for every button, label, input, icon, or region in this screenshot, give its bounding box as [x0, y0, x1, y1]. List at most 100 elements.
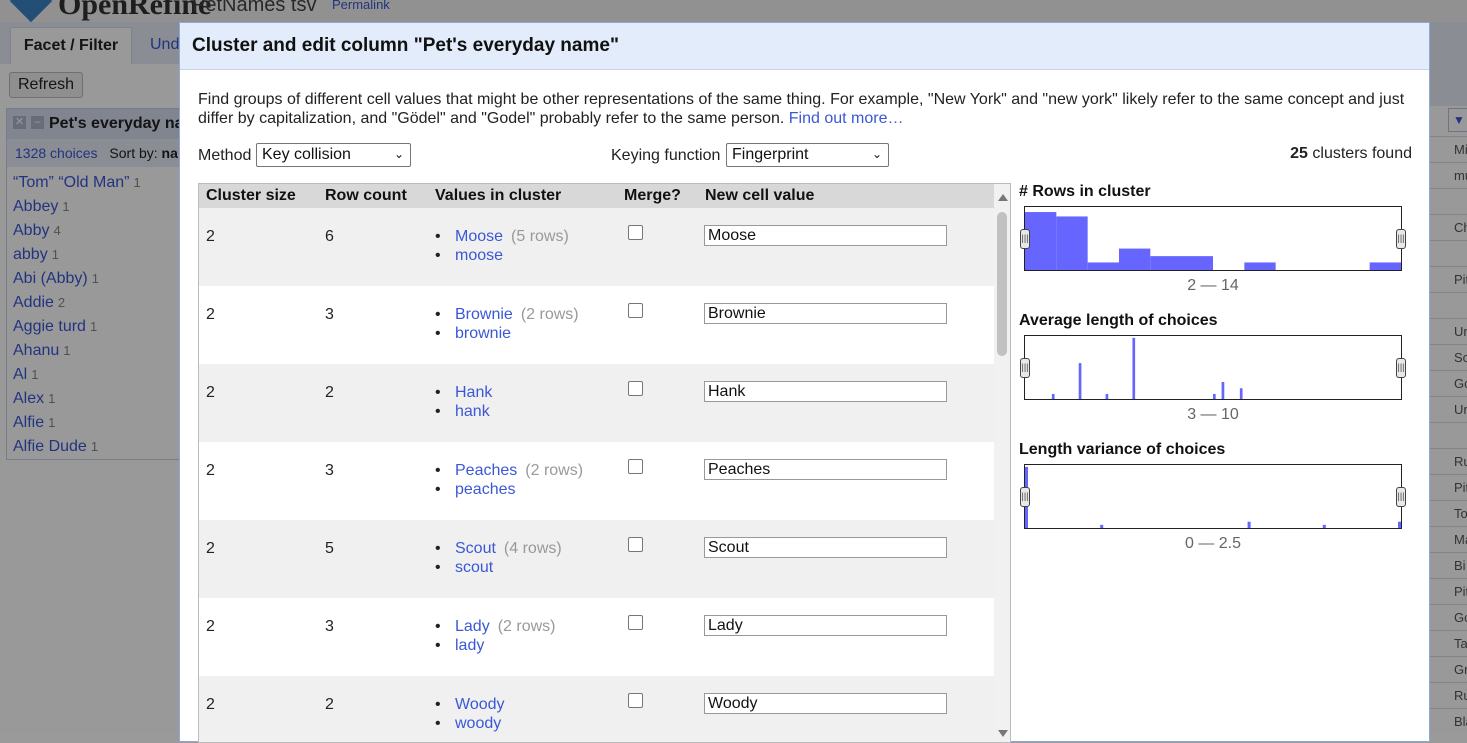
- histogram-title: Average length of choices: [1019, 312, 1218, 329]
- row-count: 3: [325, 618, 334, 635]
- merge-checkbox[interactable]: [628, 381, 643, 396]
- histogram-bar: [1397, 521, 1401, 528]
- col-cluster-size[interactable]: Cluster size: [206, 187, 296, 205]
- cluster-value: • Lady (2 rows): [435, 617, 555, 636]
- histogram-bar: [1150, 256, 1213, 270]
- new-cell-value-input[interactable]: [704, 537, 947, 558]
- col-merge[interactable]: Merge?: [624, 187, 681, 205]
- histogram-chart[interactable]: ||| |||: [1020, 335, 1406, 400]
- new-cell-value-input[interactable]: [704, 225, 947, 246]
- cluster-row: 2 3 • Brownie (2 rows) • brownie: [199, 286, 994, 364]
- new-cell-value-input[interactable]: [704, 693, 947, 714]
- cluster-value-link[interactable]: Moose: [455, 228, 503, 245]
- histogram-bar: [1369, 262, 1401, 270]
- new-cell-value-input[interactable]: [704, 303, 947, 324]
- row-count: 5: [325, 540, 334, 557]
- bullet: •: [435, 481, 441, 498]
- histogram-bar: [1221, 381, 1225, 399]
- cluster-value-count: (4 rows): [503, 540, 562, 557]
- cluster-size: 2: [206, 228, 215, 245]
- merge-checkbox[interactable]: [628, 615, 643, 630]
- scrollbar-thumb[interactable]: [997, 212, 1007, 356]
- row-count: 2: [325, 696, 334, 713]
- method-controls: Method Key collision ⌄ Keying function F…: [198, 143, 1412, 169]
- histogram-bar: [1322, 524, 1326, 528]
- new-cell-value-input[interactable]: [704, 381, 947, 402]
- method-select-value: Key collision: [262, 146, 351, 163]
- col-row-count[interactable]: Row count: [325, 187, 407, 205]
- range-handle-left[interactable]: |||: [1020, 229, 1030, 249]
- bullet: •: [435, 403, 441, 420]
- histogram-bar: [1105, 393, 1109, 399]
- col-values-in-cluster[interactable]: Values in cluster: [435, 187, 561, 205]
- method-select[interactable]: Key collision ⌄: [256, 143, 411, 167]
- cluster-value-count: (2 rows): [497, 618, 556, 635]
- cluster-edit-dialog: Cluster and edit column "Pet's everyday …: [179, 22, 1430, 743]
- cluster-value-link[interactable]: scout: [455, 559, 493, 576]
- scroll-up-arrow-icon[interactable]: [998, 194, 1008, 201]
- cluster-value-link[interactable]: Lady: [455, 618, 490, 635]
- cluster-value: • Woody: [435, 695, 513, 714]
- histogram-bar: [1132, 337, 1136, 399]
- cluster-value-count: (2 rows): [525, 462, 584, 479]
- range-handle-right[interactable]: |||: [1396, 229, 1406, 249]
- values-in-cluster: • Peaches (2 rows) • peaches: [435, 461, 583, 499]
- merge-checkbox[interactable]: [628, 225, 643, 240]
- histogram-chart[interactable]: ||| |||: [1020, 464, 1406, 529]
- histogram-chart[interactable]: ||| |||: [1020, 206, 1406, 271]
- histogram-bar: [1244, 262, 1276, 270]
- bullet: •: [435, 540, 441, 557]
- scroll-down-arrow-icon[interactable]: [998, 730, 1008, 737]
- cluster-value-link[interactable]: woody: [455, 715, 501, 732]
- cluster-value-count: (2 rows): [520, 306, 579, 323]
- dialog-title: Cluster and edit column "Pet's everyday …: [180, 23, 1429, 70]
- bullet: •: [435, 247, 441, 264]
- cluster-value-link[interactable]: peaches: [455, 481, 516, 498]
- histogram-title: # Rows in cluster: [1019, 183, 1151, 200]
- cluster-value-link[interactable]: lady: [455, 637, 484, 654]
- cluster-value-link[interactable]: Scout: [455, 540, 496, 557]
- cluster-value-link[interactable]: Hank: [455, 384, 492, 401]
- dialog-description: Find groups of different cell values tha…: [198, 90, 1408, 128]
- bullet: •: [435, 696, 441, 713]
- clusters-found-text: clusters found: [1312, 145, 1412, 162]
- range-handle-left[interactable]: |||: [1020, 487, 1030, 507]
- cluster-value: • Brownie (2 rows): [435, 305, 579, 324]
- values-in-cluster: • Scout (4 rows) • scout: [435, 539, 562, 577]
- merge-checkbox[interactable]: [628, 537, 643, 552]
- cluster-row: 2 2 • Hank • hank: [199, 364, 994, 442]
- clusters-found-count: 25: [1290, 145, 1308, 162]
- cluster-value-link[interactable]: brownie: [455, 325, 511, 342]
- new-cell-value-input[interactable]: [704, 615, 947, 636]
- values-in-cluster: • Moose (5 rows) • moose: [435, 227, 569, 265]
- cluster-value-link[interactable]: hank: [455, 403, 490, 420]
- merge-checkbox[interactable]: [628, 459, 643, 474]
- merge-checkbox[interactable]: [628, 303, 643, 318]
- histogram-bar: [1247, 521, 1251, 528]
- cluster-value-link[interactable]: moose: [455, 247, 503, 264]
- range-handle-left[interactable]: |||: [1020, 358, 1030, 378]
- row-count: 2: [325, 384, 334, 401]
- bullet: •: [435, 637, 441, 654]
- cluster-value: • hank: [435, 402, 500, 421]
- cluster-value-link[interactable]: Peaches: [455, 462, 517, 479]
- new-cell-value-input[interactable]: [704, 459, 947, 480]
- values-in-cluster: • Brownie (2 rows) • brownie: [435, 305, 579, 343]
- col-new-cell-value[interactable]: New cell value: [705, 187, 814, 205]
- cluster-value-link[interactable]: Brownie: [455, 306, 513, 323]
- cluster-value: • peaches: [435, 480, 583, 499]
- find-out-more-link[interactable]: Find out more…: [789, 110, 904, 127]
- cluster-value-link[interactable]: Woody: [455, 696, 505, 713]
- table-scrollbar[interactable]: [994, 184, 1010, 742]
- bullet: •: [435, 228, 441, 245]
- keying-function-label: Keying function: [611, 147, 721, 164]
- range-handle-right[interactable]: |||: [1396, 487, 1406, 507]
- histogram-svg: [1025, 212, 1401, 270]
- cluster-size: 2: [206, 540, 215, 557]
- histogram-title: Length variance of choices: [1019, 441, 1226, 458]
- cluster-size: 2: [206, 462, 215, 479]
- clusters-table-header: Cluster size Row count Values in cluster…: [199, 184, 994, 208]
- range-handle-right[interactable]: |||: [1396, 358, 1406, 378]
- keying-function-select[interactable]: Fingerprint ⌄: [726, 143, 889, 167]
- merge-checkbox[interactable]: [628, 693, 643, 708]
